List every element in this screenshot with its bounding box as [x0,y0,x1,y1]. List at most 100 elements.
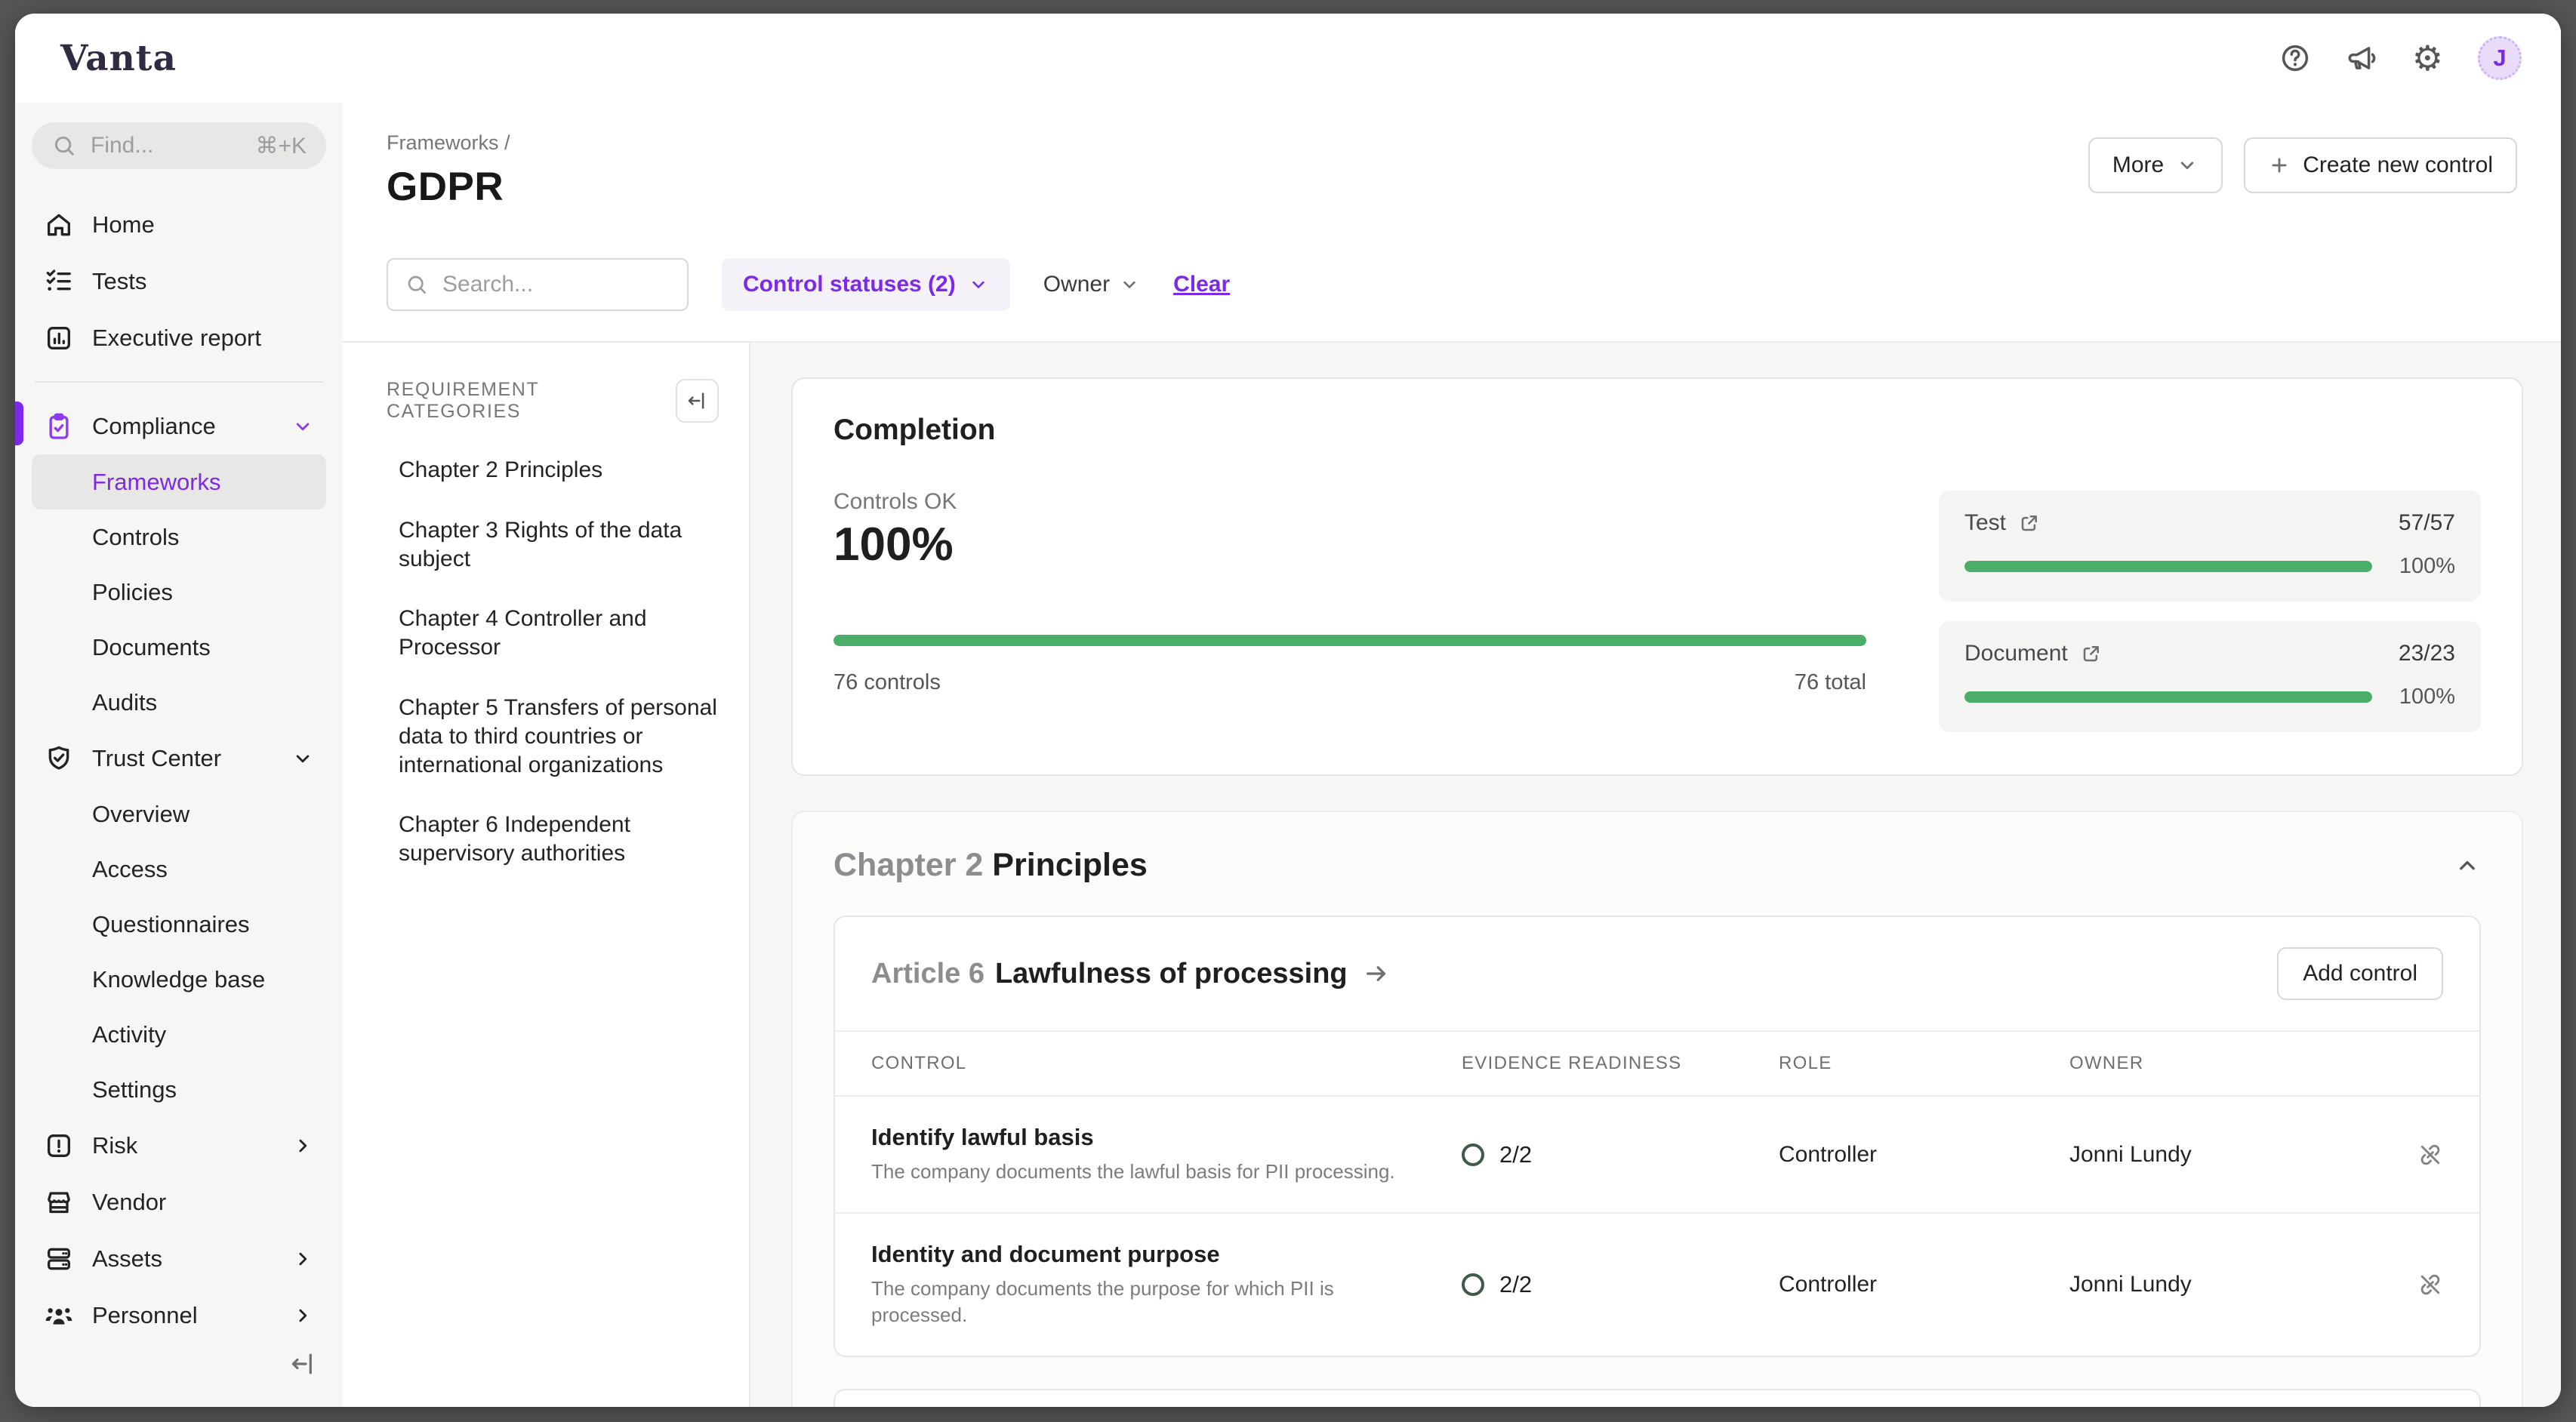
table-row[interactable]: Identify lawful basis The company docume… [835,1097,2479,1212]
control-description: The company documents the purpose for wh… [871,1276,1411,1328]
home-icon [44,210,74,240]
page-title: GDPR [387,164,510,210]
external-link-icon[interactable] [2018,512,2041,534]
people-icon [44,1300,74,1331]
app-window: Vanta ⚙ J Find... ⌘+K Ho [15,14,2561,1407]
column-evidence-readiness: EVIDENCE READINESS [1462,1053,1779,1074]
controls-count: 76 controls [834,670,941,695]
control-owner: Jonni Lundy [2069,1272,2401,1297]
document-progress-bar [1964,691,2372,703]
checklist-icon [44,266,74,297]
column-control: CONTROL [871,1053,1462,1074]
control-statuses-filter[interactable]: Control statuses (2) [722,258,1010,311]
avatar[interactable]: J [2478,36,2522,80]
sidebar-item-tests[interactable]: Tests [32,253,326,309]
category-item-chapter-6[interactable]: Chapter 6 Independent supervisory author… [387,811,719,868]
category-item-chapter-3[interactable]: Chapter 3 Rights of the data subject [387,516,719,574]
control-role: Controller [1779,1272,2069,1297]
category-item-chapter-2[interactable]: Chapter 2 Principles [387,456,719,485]
category-item-chapter-4[interactable]: Chapter 4 Controller and Processor [387,605,719,662]
chevron-down-icon [291,747,314,770]
vanta-logo: Vanta [60,38,177,79]
sidebar-item-assets[interactable]: Assets [32,1230,326,1287]
sidebar-item-policies[interactable]: Policies [32,565,326,620]
sidebar-item-trust-center[interactable]: Trust Center [32,730,326,786]
control-role: Controller [1779,1142,2069,1168]
chevron-right-icon [291,1304,314,1327]
test-stat-label: Test [1964,510,2006,536]
unlink-icon[interactable] [2401,1272,2443,1297]
search-shortcut: ⌘+K [255,133,307,159]
completion-card: Completion Controls OK 100% 76 controls … [791,377,2523,776]
search-input[interactable]: Search... [387,258,689,311]
control-title[interactable]: Identity and document purpose [871,1241,1462,1268]
collapse-chapter-button[interactable] [2454,852,2481,879]
chevron-down-icon [291,415,314,438]
sidebar-item-access[interactable]: Access [32,842,326,897]
filter-bar: Search... Control statuses (2) Owner Cle… [343,228,2561,343]
more-button[interactable]: More [2088,137,2223,193]
search-placeholder: Search... [442,272,533,297]
help-icon[interactable] [2279,42,2311,74]
sidebar-item-documents[interactable]: Documents [32,620,326,675]
create-button-label: Create new control [2303,152,2493,178]
evidence-ring-icon [1462,1273,1484,1296]
sidebar-collapse-button[interactable] [279,1344,326,1384]
create-new-control-button[interactable]: Create new control [2244,137,2517,193]
sidebar-item-activity[interactable]: Activity [32,1007,326,1062]
desktop-frame: Vanta ⚙ J Find... ⌘+K Ho [0,0,2576,1422]
unlink-icon[interactable] [2401,1142,2443,1168]
collapse-categories-button[interactable] [676,379,719,423]
chapter-2-section: Chapter 2 Principles [791,811,2523,1407]
search-placeholder: Find... [91,133,153,159]
table-row[interactable]: Identity and document purpose The compan… [835,1212,2479,1356]
page-header: Frameworks / GDPR More Create new contro… [343,103,2561,228]
storefront-icon [44,1187,74,1217]
sidebar-item-overview[interactable]: Overview [32,786,326,842]
sidebar-item-frameworks[interactable]: Frameworks [32,454,326,509]
controls-ok-label: Controls OK [834,489,1866,515]
sidebar-item-label: Trust Center [92,745,221,772]
sidebar-item-label: Vendor [92,1189,166,1216]
global-search-input[interactable]: Find... ⌘+K [32,122,326,169]
sidebar-item-audits[interactable]: Audits [32,675,326,730]
sidebar-item-compliance[interactable]: Compliance [32,398,326,454]
sidebar-item-label: Assets [92,1245,162,1273]
settings-icon[interactable]: ⚙ [2412,42,2443,74]
search-icon [405,272,429,297]
test-progress-bar [1964,561,2372,572]
breadcrumb[interactable]: Frameworks / [387,131,510,155]
bar-chart-icon [44,323,74,353]
document-stat-card: Document 23/23 100% [1939,621,2481,732]
sidebar-item-knowledge-base[interactable]: Knowledge base [32,952,326,1007]
search-icon [51,133,77,159]
evidence-count: 2/2 [1499,1271,1532,1298]
chapter-title: Chapter 2 Principles [834,847,1148,884]
chevron-down-icon [968,274,989,295]
owner-filter[interactable]: Owner [1043,272,1140,297]
plus-icon [2268,154,2291,177]
sidebar-item-controls[interactable]: Controls [32,509,326,565]
sidebar-item-label: Compliance [92,413,216,440]
framework-board: Completion Controls OK 100% 76 controls … [750,343,2561,1407]
sidebar-item-home[interactable]: Home [32,196,326,253]
sidebar-item-questionnaires[interactable]: Questionnaires [32,897,326,952]
sidebar-item-label: Tests [92,268,146,295]
external-link-icon[interactable] [2080,642,2103,665]
clear-filters-link[interactable]: Clear [1173,272,1230,297]
category-item-chapter-5[interactable]: Chapter 5 Transfers of personal data to … [387,694,719,779]
control-title[interactable]: Identify lawful basis [871,1124,1462,1151]
test-stat-count: 57/57 [2399,510,2455,536]
sidebar-item-label: Personnel [92,1302,198,1329]
add-control-button[interactable]: Add control [2277,947,2443,1000]
sidebar-item-label: Home [92,211,155,239]
sidebar-item-settings[interactable]: Settings [32,1062,326,1117]
sidebar-item-personnel[interactable]: Personnel [32,1287,326,1344]
chapter-name: Principles [992,847,1148,883]
article-name: Lawfulness of processing [995,958,1348,990]
article-6-title[interactable]: Article 6 Lawfulness of processing [871,958,1390,990]
announcements-icon[interactable] [2346,42,2377,74]
sidebar-item-executive-report[interactable]: Executive report [32,309,326,366]
sidebar-item-risk[interactable]: Risk [32,1117,326,1174]
sidebar-item-vendor[interactable]: Vendor [32,1174,326,1230]
